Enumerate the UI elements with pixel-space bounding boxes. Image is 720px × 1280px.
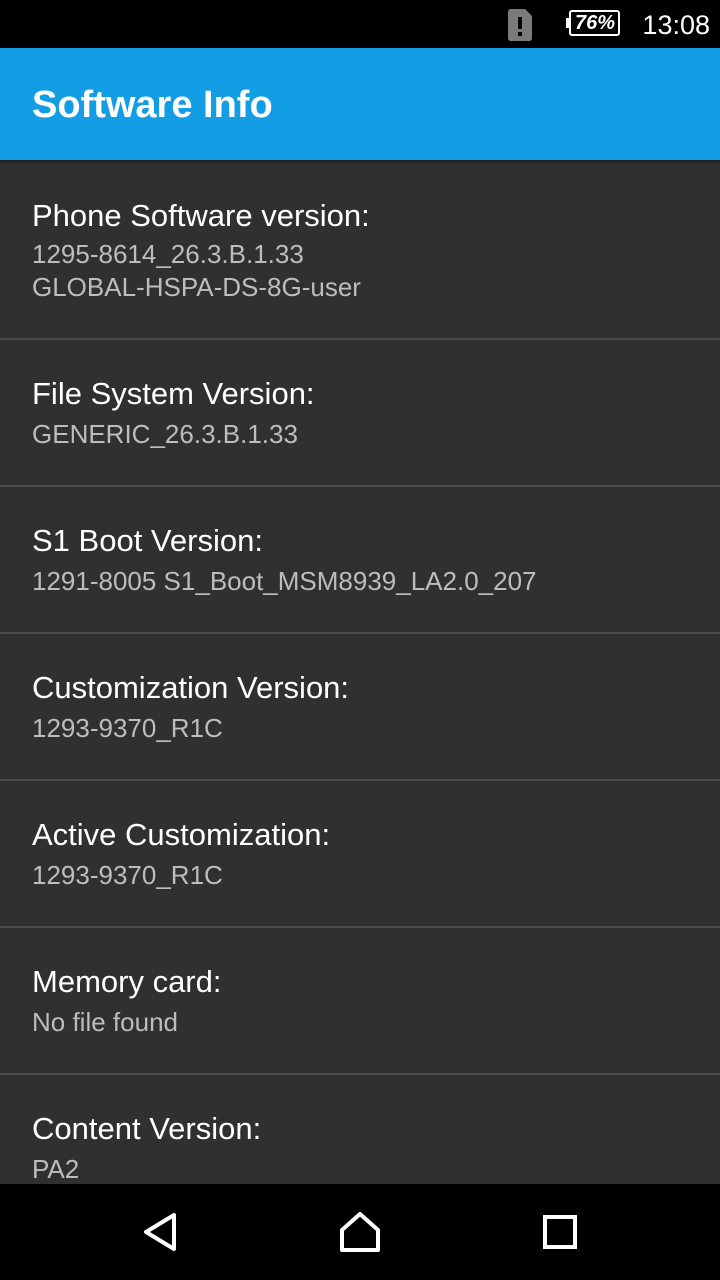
- item-label: File System Version:: [32, 376, 315, 411]
- list-item-content-version[interactable]: Content Version: PA2: [0, 1075, 720, 1184]
- item-value: PA2: [32, 1154, 80, 1184]
- item-label: Memory card:: [32, 964, 222, 999]
- item-label: Active Customization:: [32, 817, 331, 852]
- home-icon[interactable]: [336, 1208, 384, 1256]
- item-value: 1293-9370_R1C: [32, 713, 223, 743]
- item-value: GENERIC_26.3.B.1.33: [32, 419, 298, 449]
- back-icon[interactable]: [136, 1208, 184, 1256]
- software-info-list: Phone Software version: 1295-8614_26.3.B…: [0, 160, 720, 1184]
- item-value: 1293-9370_R1C: [32, 860, 223, 890]
- screen: 76% 13:08 Software Info Phone Software v…: [0, 0, 720, 1280]
- sim-alert-icon: [508, 9, 532, 41]
- item-label: Customization Version:: [32, 670, 350, 705]
- status-bar: 76% 13:08: [0, 0, 720, 48]
- list-item-file-system-version[interactable]: File System Version: GENERIC_26.3.B.1.33: [0, 340, 720, 487]
- list-item-customization-version[interactable]: Customization Version: 1293-9370_R1C: [0, 634, 720, 781]
- clock: 13:08: [642, 10, 710, 40]
- item-label: Phone Software version:: [32, 198, 370, 233]
- app-bar: Software Info: [0, 48, 720, 160]
- battery-percent: 76%: [574, 12, 616, 34]
- list-item-s1-boot-version[interactable]: S1 Boot Version: 1291-8005 S1_Boot_MSM89…: [0, 487, 720, 634]
- page-title: Software Info: [32, 84, 273, 126]
- navigation-bar: [0, 1184, 720, 1280]
- item-value: 1291-8005 S1_Boot_MSM8939_LA2.0_207: [32, 566, 537, 596]
- item-label: S1 Boot Version:: [32, 523, 263, 558]
- recents-icon[interactable]: [536, 1208, 584, 1256]
- item-label: Content Version:: [32, 1111, 262, 1146]
- item-value: No file found: [32, 1007, 178, 1037]
- item-value: GLOBAL-HSPA-DS-8G-user: [32, 272, 361, 302]
- item-value: 1295-8614_26.3.B.1.33: [32, 239, 304, 269]
- list-item-phone-software-version[interactable]: Phone Software version: 1295-8614_26.3.B…: [0, 160, 720, 340]
- list-item-memory-card[interactable]: Memory card: No file found: [0, 928, 720, 1075]
- battery-icon: 76%: [566, 10, 620, 36]
- list-item-active-customization[interactable]: Active Customization: 1293-9370_R1C: [0, 781, 720, 928]
